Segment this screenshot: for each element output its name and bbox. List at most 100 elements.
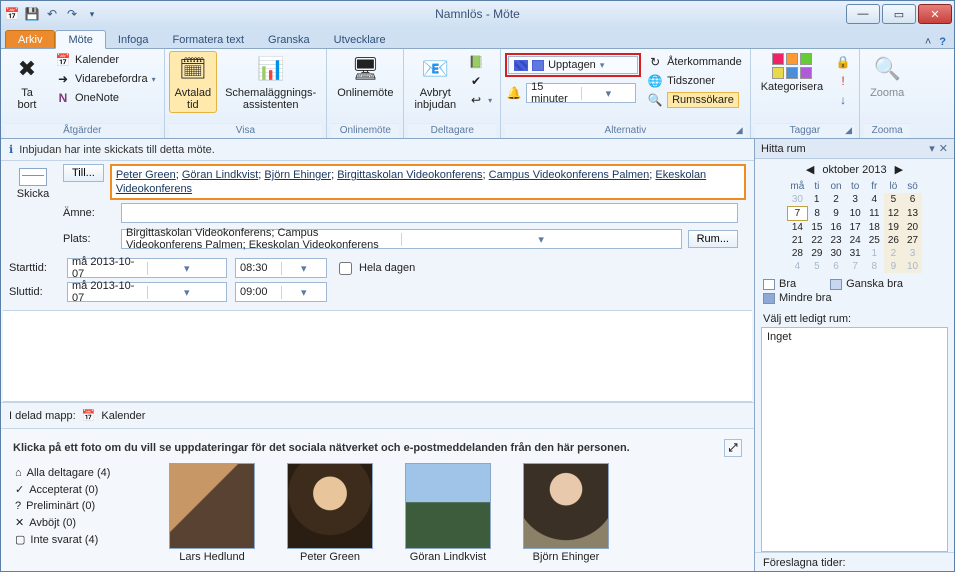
calendar-day[interactable]: 18: [865, 221, 884, 235]
body-editor[interactable]: [3, 310, 752, 402]
min-button[interactable]: —: [846, 4, 880, 24]
calendar-day[interactable]: 15: [807, 221, 826, 235]
tab-review[interactable]: Granska: [256, 31, 322, 48]
max-button[interactable]: ▭: [882, 4, 916, 24]
allday-checkbox[interactable]: Hela dagen: [335, 259, 415, 278]
list-tentative[interactable]: ?Preliminärt (0): [15, 498, 153, 514]
calendar-day[interactable]: 22: [807, 234, 826, 247]
tab-developer[interactable]: Utvecklare: [322, 31, 398, 48]
calendar-day[interactable]: 4: [865, 193, 884, 207]
calendar-day[interactable]: 27: [903, 234, 922, 247]
calendar-day[interactable]: 10: [903, 260, 922, 273]
address-book-button[interactable]: 📗: [464, 53, 496, 71]
recurrence-button[interactable]: ↻Återkommande: [643, 53, 746, 71]
calendar-day[interactable]: 1: [807, 193, 826, 207]
calendar-day[interactable]: 4: [787, 260, 807, 273]
subject-input[interactable]: [121, 203, 738, 223]
calendar-day[interactable]: 14: [787, 221, 807, 235]
attendees-box[interactable]: Peter Green; Göran Lindkvist; Björn Ehin…: [110, 164, 746, 200]
rooms-button[interactable]: Rum...: [688, 230, 738, 248]
calendar-day[interactable]: 16: [826, 221, 845, 235]
attendee-link[interactable]: Björn Ehinger: [264, 169, 331, 181]
check-names-button[interactable]: ✔: [464, 72, 496, 90]
response-options-button[interactable]: ↩▾: [464, 91, 496, 109]
calendar-day[interactable]: 5: [884, 193, 903, 207]
attendee-link[interactable]: Birgittaskolan Videokonferens: [337, 169, 482, 181]
calendar-day[interactable]: 2: [884, 247, 903, 260]
tab-meeting[interactable]: Möte: [55, 30, 105, 49]
attendee-link[interactable]: Göran Lindkvist: [182, 169, 258, 181]
tab-file[interactable]: Arkiv: [5, 30, 55, 48]
start-date-input[interactable]: må 2013-10-07▾: [67, 258, 227, 278]
calendar-day[interactable]: 1: [865, 247, 884, 260]
tab-insert[interactable]: Infoga: [106, 31, 161, 48]
person-card[interactable]: Göran Lindkvist: [405, 463, 491, 563]
calendar-day[interactable]: 3: [903, 247, 922, 260]
list-declined[interactable]: ✕Avböjt (0): [15, 514, 153, 531]
importance-low-button[interactable]: ↓: [831, 91, 855, 109]
location-input[interactable]: Birgittaskolan Videokonferens; Campus Vi…: [121, 229, 682, 249]
calendar-day[interactable]: 20: [903, 221, 922, 235]
timezones-button[interactable]: 🌐Tidszoner: [643, 72, 746, 90]
attendee-link[interactable]: Campus Videokonferens Palmen: [489, 169, 650, 181]
available-rooms-list[interactable]: Inget: [761, 327, 948, 552]
pane-close-icon[interactable]: ✕: [939, 142, 948, 155]
onenote-button[interactable]: NOneNote: [51, 89, 160, 107]
qat-undo-icon[interactable]: ↶: [43, 5, 61, 23]
calendar-day[interactable]: 19: [884, 221, 903, 235]
calendar-day[interactable]: 21: [787, 234, 807, 247]
appointment-view-button[interactable]: 🗓 Avtalad tid: [169, 51, 218, 113]
attendee-link[interactable]: Peter Green: [116, 169, 176, 181]
calendar-day[interactable]: 6: [903, 193, 922, 207]
calendar-day[interactable]: 9: [826, 207, 845, 221]
delete-button[interactable]: ✖ Ta bort: [5, 51, 49, 113]
calendar-day[interactable]: 10: [846, 207, 865, 221]
person-card[interactable]: Lars Hedlund: [169, 463, 255, 563]
calendar-day[interactable]: 13: [903, 207, 922, 221]
qat-more-icon[interactable]: ▾: [83, 5, 101, 23]
end-time-input[interactable]: 09:00▾: [235, 282, 327, 302]
cancel-invite-button[interactable]: 📧 Avbryt inbjudan: [408, 51, 462, 113]
options-dialog-launcher-icon[interactable]: ◢: [736, 125, 743, 136]
show-as-dropdown[interactable]: Upptagen ▾: [508, 56, 638, 74]
reminder-dropdown[interactable]: 🔔 15 minuter▾: [505, 81, 641, 105]
forward-button[interactable]: ➜Vidarebefordra ▾: [51, 70, 160, 88]
end-date-input[interactable]: må 2013-10-07▾: [67, 282, 227, 302]
calendar-day[interactable]: 30: [787, 193, 807, 207]
qat-save-icon[interactable]: 💾: [23, 5, 41, 23]
calendar-day[interactable]: 28: [787, 247, 807, 260]
calendar-day[interactable]: 30: [826, 247, 845, 260]
close-button[interactable]: ✕: [918, 4, 952, 24]
importance-high-button[interactable]: !: [831, 72, 855, 90]
calendar-day[interactable]: 26: [884, 234, 903, 247]
list-accepted[interactable]: ✓Accepterat (0): [15, 481, 153, 498]
private-button[interactable]: 🔒: [831, 53, 855, 71]
to-button[interactable]: Till...: [63, 164, 104, 182]
zoom-button[interactable]: 🔍 Zooma: [864, 51, 910, 101]
list-all[interactable]: ⌂Alla deltagare (4): [15, 465, 153, 481]
help-icon[interactable]: ?: [939, 36, 946, 48]
calendar-day[interactable]: 24: [846, 234, 865, 247]
calendar-day[interactable]: 3: [846, 193, 865, 207]
calendar-day[interactable]: 31: [846, 247, 865, 260]
person-card[interactable]: Peter Green: [287, 463, 373, 563]
pane-dropdown-icon[interactable]: ▾: [929, 142, 935, 155]
calendar-day[interactable]: 29: [807, 247, 826, 260]
calendar-day[interactable]: 12: [884, 207, 903, 221]
calendar-day[interactable]: 6: [826, 260, 845, 273]
tags-dialog-launcher-icon[interactable]: ◢: [845, 125, 852, 136]
calendar-day[interactable]: 8: [865, 260, 884, 273]
calendar-day[interactable]: 2: [826, 193, 845, 207]
calendar-day[interactable]: 8: [807, 207, 826, 221]
person-card[interactable]: Björn Ehinger: [523, 463, 609, 563]
categorize-button[interactable]: Kategorisera: [755, 51, 829, 95]
calendar-day[interactable]: 7: [846, 260, 865, 273]
scheduling-button[interactable]: 📊 Schemaläggnings- assistenten: [219, 51, 322, 113]
calendar-day[interactable]: 23: [826, 234, 845, 247]
calendar-day[interactable]: 11: [865, 207, 884, 221]
calendar-day[interactable]: 17: [846, 221, 865, 235]
expand-icon[interactable]: ⤢: [724, 439, 742, 457]
send-button[interactable]: Skicka: [9, 164, 57, 204]
qat-redo-icon[interactable]: ↷: [63, 5, 81, 23]
start-time-input[interactable]: 08:30▾: [235, 258, 327, 278]
